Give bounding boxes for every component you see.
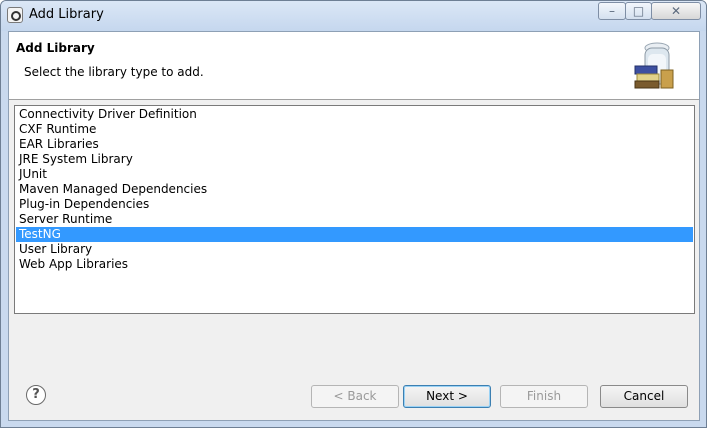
banner-title: Add Library <box>16 41 95 55</box>
minimize-icon: – <box>609 4 615 18</box>
window-title: Add Library <box>29 7 104 22</box>
library-type-list[interactable]: Connectivity Driver Definition CXF Runtim… <box>14 105 695 314</box>
list-item[interactable]: Connectivity Driver Definition <box>16 107 693 122</box>
maximize-button[interactable]: □ <box>625 2 652 20</box>
finish-button[interactable]: Finish <box>500 385 588 408</box>
list-item[interactable]: Web App Libraries <box>16 257 693 272</box>
close-icon: ✕ <box>670 4 682 18</box>
banner-description: Select the library type to add. <box>24 65 204 79</box>
list-item[interactable]: JRE System Library <box>16 152 693 167</box>
list-item[interactable]: User Library <box>16 242 693 257</box>
title-bar[interactable]: Add Library – □ ✕ <box>1 1 706 31</box>
wizard-banner: Add Library Select the library type to a… <box>9 32 699 100</box>
list-item[interactable]: Server Runtime <box>16 212 693 227</box>
list-item[interactable]: TestNG <box>16 227 693 242</box>
list-item[interactable]: EAR Libraries <box>16 137 693 152</box>
list-item[interactable]: JUnit <box>16 167 693 182</box>
back-button[interactable]: < Back <box>311 385 399 408</box>
list-item[interactable]: Maven Managed Dependencies <box>16 182 693 197</box>
cancel-button[interactable]: Cancel <box>600 385 688 408</box>
list-item[interactable]: CXF Runtime <box>16 122 693 137</box>
dialog-body: Add Library Select the library type to a… <box>8 31 700 421</box>
close-button[interactable]: ✕ <box>651 2 701 20</box>
maximize-icon: □ <box>632 4 645 18</box>
next-button[interactable]: Next > <box>403 385 491 408</box>
eclipse-app-icon <box>7 7 23 23</box>
list-item[interactable]: Plug-in Dependencies <box>16 197 693 212</box>
add-library-window: Add Library – □ ✕ Add Library Select the… <box>0 0 707 428</box>
minimize-button[interactable]: – <box>598 2 626 20</box>
library-jar-icon <box>634 42 674 89</box>
help-icon[interactable]: ? <box>26 385 46 405</box>
